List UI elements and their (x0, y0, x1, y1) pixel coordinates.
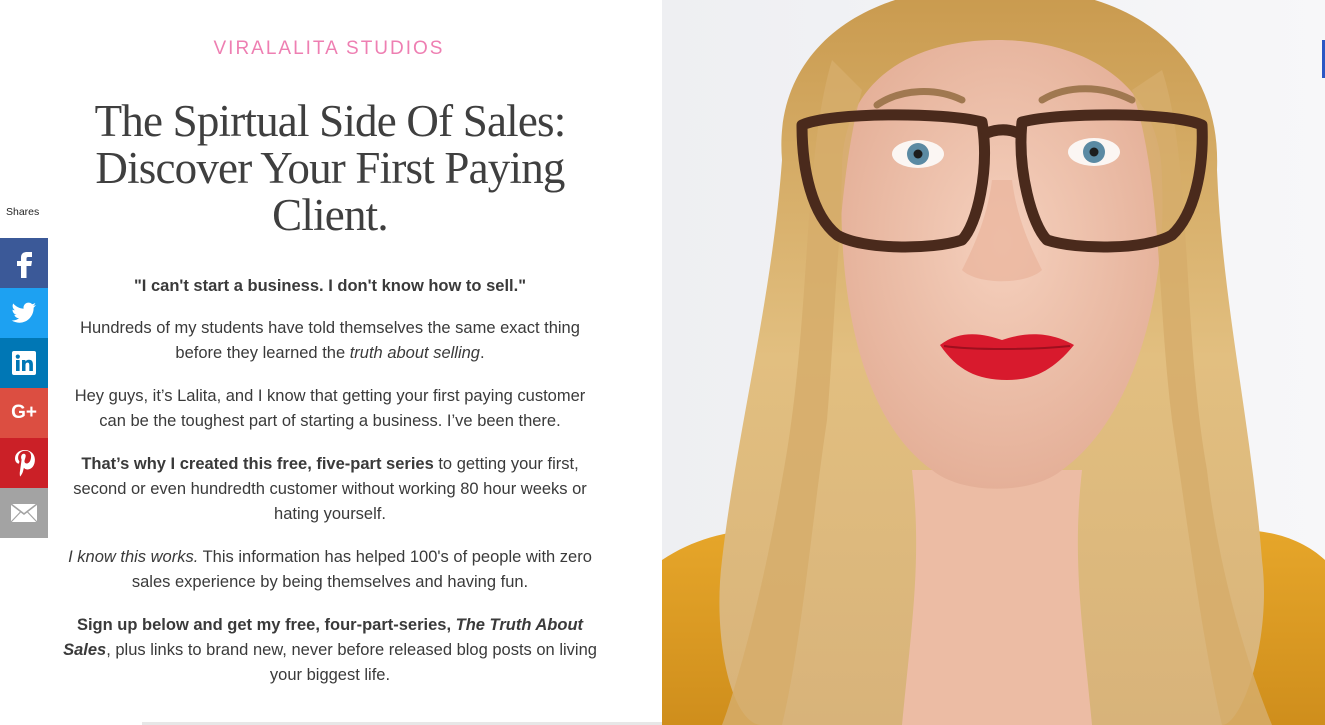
landing-page: Shares G+ VIRALALITA STUDIOS The Spirtua… (0, 0, 1325, 725)
pinterest-icon (15, 450, 35, 477)
social-share-bar: G+ (0, 238, 48, 538)
envelope-icon (10, 503, 38, 523)
linkedin-icon (12, 351, 36, 375)
intro-copy: "I can't start a business. I don't know … (62, 274, 598, 706)
intro-paragraph-3: That’s why I created this free, five-par… (73, 455, 587, 523)
hero-portrait-photo (662, 0, 1325, 725)
facebook-share-button[interactable] (0, 238, 48, 288)
intro-paragraph-1: Hundreds of my students have told themse… (80, 319, 580, 362)
intro-quote: "I can't start a business. I don't know … (133, 277, 527, 295)
page-title: The Spirtual Side Of Sales: Discover You… (94, 96, 567, 240)
pinterest-share-button[interactable] (0, 438, 48, 488)
intro-paragraph-4: I know this works. This information has … (68, 548, 592, 591)
email-share-button[interactable] (0, 488, 48, 538)
intro-paragraph-2: Hey guys, it’s Lalita, and I know that g… (74, 387, 586, 430)
intro-paragraph-5: Sign up below and get my free, four-part… (63, 616, 597, 684)
brand-name[interactable]: VIRALALITA STUDIOS (48, 38, 610, 60)
shares-label: Shares (6, 206, 40, 218)
twitter-icon (11, 302, 37, 323)
linkedin-share-button[interactable] (0, 338, 48, 388)
twitter-share-button[interactable] (0, 288, 48, 338)
google-plus-share-button[interactable]: G+ (0, 388, 48, 438)
content-column: VIRALALITA STUDIOS The Spirtual Side Of … (48, 0, 662, 725)
google-plus-icon: G+ (11, 402, 37, 423)
portrait-illustration (662, 0, 1325, 725)
facebook-icon (17, 252, 32, 278)
